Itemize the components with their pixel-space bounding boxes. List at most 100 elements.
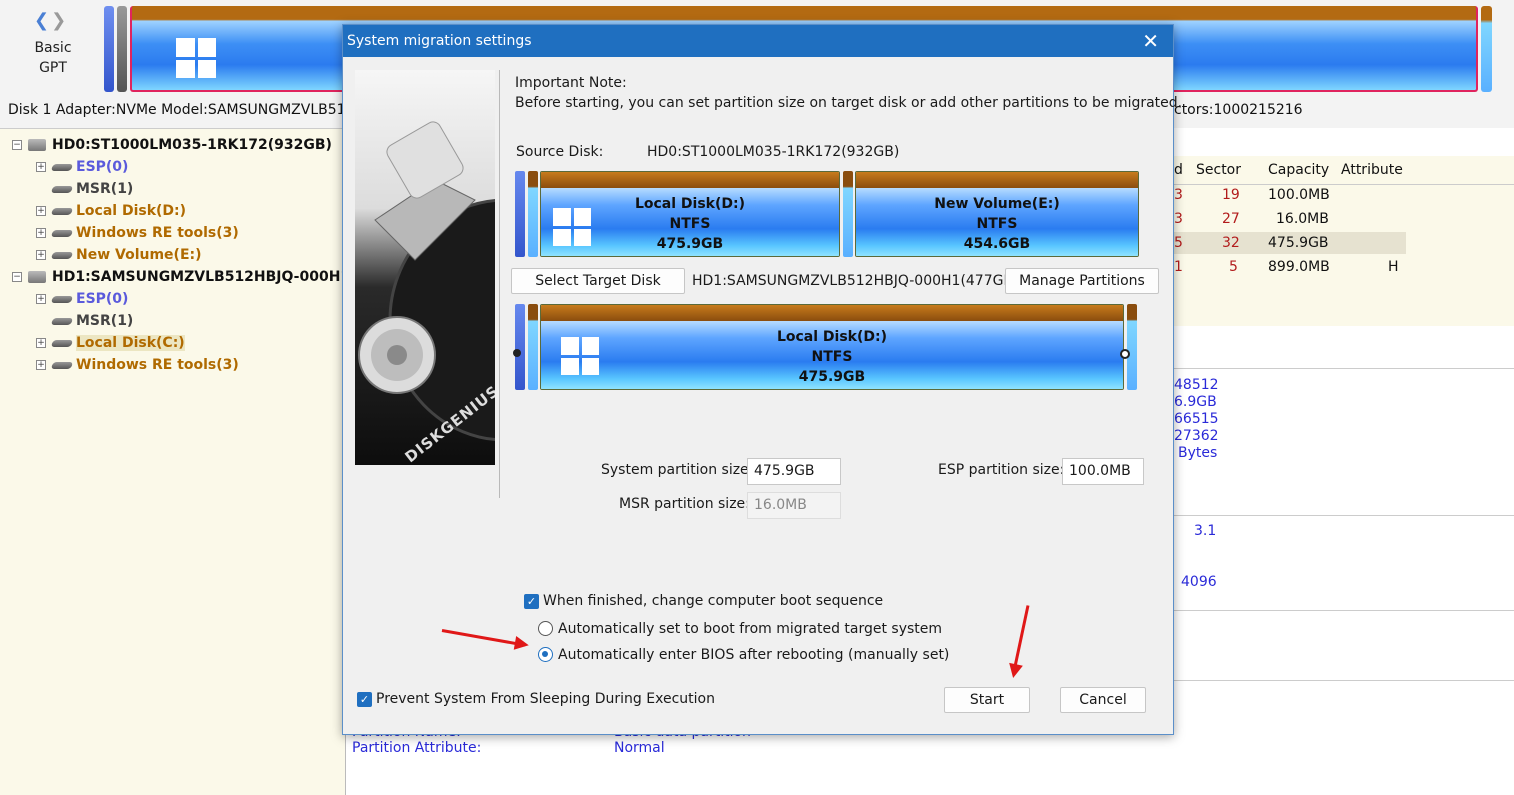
- tree-partition-winre-hd1[interactable]: + Windows RE tools(3): [36, 355, 239, 375]
- source-msr-bar[interactable]: [528, 171, 538, 257]
- tree-label: Windows RE tools(3): [76, 225, 239, 241]
- boot-migrated-radio-label: Automatically set to boot from migrated …: [558, 621, 943, 637]
- partition-size: 475.9GB: [656, 236, 724, 252]
- partition-size: 475.9GB: [798, 369, 866, 385]
- disk-info-left: Disk 1 Adapter:NVMe Model:SAMSUNGMZVLB51…: [8, 102, 355, 118]
- panel-divider: [1174, 515, 1514, 516]
- detail-value: 48512: [1174, 377, 1219, 393]
- expand-icon[interactable]: +: [36, 206, 46, 216]
- tree-label: HD0:ST1000LM035-1RK172(932GB): [52, 137, 332, 153]
- tree-label: New Volume(E:): [76, 247, 202, 263]
- partition-header-strip: [541, 305, 1123, 321]
- select-target-disk-button[interactable]: Select Target Disk: [511, 268, 685, 294]
- msr-partition-size-input: 16.0MB: [747, 492, 841, 519]
- msr-partition-size-label: MSR partition size:: [619, 496, 750, 512]
- esp-partition-size-input[interactable]: 100.0MB: [1062, 458, 1144, 485]
- tree-partition-new-volume-e[interactable]: + New Volume(E:): [36, 245, 202, 265]
- boot-migrated-radio[interactable]: [538, 621, 553, 636]
- disk-tree: − HD0:ST1000LM035-1RK172(932GB) + ESP(0) M…: [0, 128, 357, 795]
- collapse-icon[interactable]: −: [12, 140, 22, 150]
- tree-partition-local-d[interactable]: + Local Disk(D:): [36, 201, 186, 221]
- resize-handle-right-icon[interactable]: [1120, 349, 1130, 359]
- resize-handle-left-icon[interactable]: [513, 349, 521, 357]
- source-small-partition-bar[interactable]: [843, 171, 853, 257]
- partition-name: New Volume(E:): [934, 196, 1060, 212]
- tree-partition-esp0-hd1[interactable]: + ESP(0): [36, 289, 128, 309]
- partition-icon: [50, 295, 74, 303]
- tree-label-selected: Local Disk(C:): [76, 335, 185, 351]
- tree-partition-local-c[interactable]: + Local Disk(C:): [36, 333, 185, 353]
- system-migration-dialog: System migration settings ✕ DISKGENIUS I…: [342, 24, 1182, 735]
- target-msr-bar[interactable]: [528, 304, 538, 390]
- collapse-icon[interactable]: −: [12, 272, 22, 282]
- windows-logo-icon: [176, 38, 216, 78]
- msr-partition-bar[interactable]: [117, 6, 127, 92]
- cancel-button[interactable]: Cancel: [1060, 687, 1146, 713]
- boot-sequence-checkbox[interactable]: ✓: [524, 594, 539, 609]
- tree-label: MSR(1): [76, 313, 134, 329]
- target-partition-local-d[interactable]: Local Disk(D:) NTFS 475.9GB: [540, 304, 1124, 390]
- start-button[interactable]: Start: [944, 687, 1030, 713]
- prevent-sleep-checkbox[interactable]: ✓: [357, 692, 372, 707]
- target-esp-bar[interactable]: [515, 304, 525, 390]
- expand-icon[interactable]: +: [36, 250, 46, 260]
- partition-icon: [50, 317, 74, 325]
- partition-fs: NTFS: [976, 216, 1018, 232]
- detail-value: Bytes: [1178, 445, 1218, 461]
- enter-bios-radio[interactable]: [538, 647, 553, 662]
- partition-header-strip: [856, 172, 1138, 188]
- enter-bios-radio-label: Automatically enter BIOS after rebooting…: [558, 647, 950, 663]
- recovery-partition-bar[interactable]: [1481, 6, 1492, 92]
- panel-divider: [1174, 680, 1514, 681]
- table-cell: 899.0MB: [1268, 259, 1330, 275]
- tree-partition-msr1[interactable]: MSR(1): [50, 179, 133, 199]
- back-arrow-icon[interactable]: ❮: [34, 10, 51, 31]
- tree-partition-winre[interactable]: + Windows RE tools(3): [36, 223, 239, 243]
- expand-icon[interactable]: +: [36, 294, 46, 304]
- table-cell: 19: [1222, 187, 1240, 203]
- manage-partitions-button[interactable]: Manage Partitions: [1005, 268, 1159, 294]
- tree-partition-msr1-hd1[interactable]: MSR(1): [50, 311, 134, 331]
- source-partition-local-d[interactable]: Local Disk(D:) NTFS 475.9GB: [540, 171, 840, 257]
- diskgenius-side-image: DISKGENIUS: [355, 70, 495, 465]
- tree-disk-hd1[interactable]: − HD1:SAMSUNGMZVLB512HBJQ-000H1(: [12, 267, 357, 287]
- tree-label: ESP(0): [76, 291, 129, 307]
- tree-disk-hd0[interactable]: − HD0:ST1000LM035-1RK172(932GB): [12, 135, 332, 155]
- partition-attribute-label: Partition Attribute:: [352, 740, 482, 756]
- partition-icon: [50, 339, 74, 347]
- detail-value: 66515: [1174, 411, 1219, 427]
- detail-value: 3.1: [1194, 523, 1217, 539]
- hard-disk-icon: [28, 271, 46, 283]
- expand-icon[interactable]: +: [36, 338, 46, 348]
- expand-icon[interactable]: +: [36, 228, 46, 238]
- close-icon[interactable]: ✕: [1142, 29, 1159, 53]
- important-note-title: Important Note:: [515, 75, 627, 91]
- target-free-space-bar[interactable]: [1127, 304, 1137, 390]
- target-disk-value: HD1:SAMSUNGMZVLB512HBJQ-000H1(477GB: [692, 273, 1014, 289]
- disk-nav-arrows[interactable]: ❮❯: [34, 10, 68, 31]
- forward-arrow-icon[interactable]: ❯: [51, 10, 68, 31]
- source-disk-value: HD0:ST1000LM035-1RK172(932GB): [647, 144, 900, 160]
- table-header-capacity: Capacity: [1268, 162, 1330, 178]
- source-esp-bar[interactable]: [515, 171, 525, 257]
- expand-icon[interactable]: +: [36, 360, 46, 370]
- table-cell: 5: [1229, 259, 1238, 275]
- expand-icon[interactable]: +: [36, 162, 46, 172]
- source-partition-new-volume-e[interactable]: New Volume(E:) NTFS 454.6GB: [855, 171, 1139, 257]
- detail-value: 6.9GB: [1174, 394, 1217, 410]
- esp-partition-bar[interactable]: [104, 6, 114, 92]
- hard-disk-icon: [28, 139, 46, 151]
- esp-partition-size-label: ESP partition size:: [938, 462, 1065, 478]
- disk-type-basic: Basic: [34, 40, 72, 56]
- table-header-d: d: [1174, 162, 1183, 178]
- detail-value: 4096: [1181, 574, 1217, 590]
- system-partition-size-label: System partition size:: [601, 462, 754, 478]
- tree-partition-esp0[interactable]: + ESP(0): [36, 157, 128, 177]
- prevent-sleep-label: Prevent System From Sleeping During Exec…: [376, 691, 715, 707]
- system-partition-size-input[interactable]: 475.9GB: [747, 458, 841, 485]
- table-cell: 5: [1174, 235, 1183, 251]
- source-disk-label: Source Disk:: [516, 144, 604, 160]
- dialog-title-bar: System migration settings ✕: [343, 25, 1173, 57]
- partition-icon: [50, 361, 74, 369]
- partition-icon: [50, 229, 74, 237]
